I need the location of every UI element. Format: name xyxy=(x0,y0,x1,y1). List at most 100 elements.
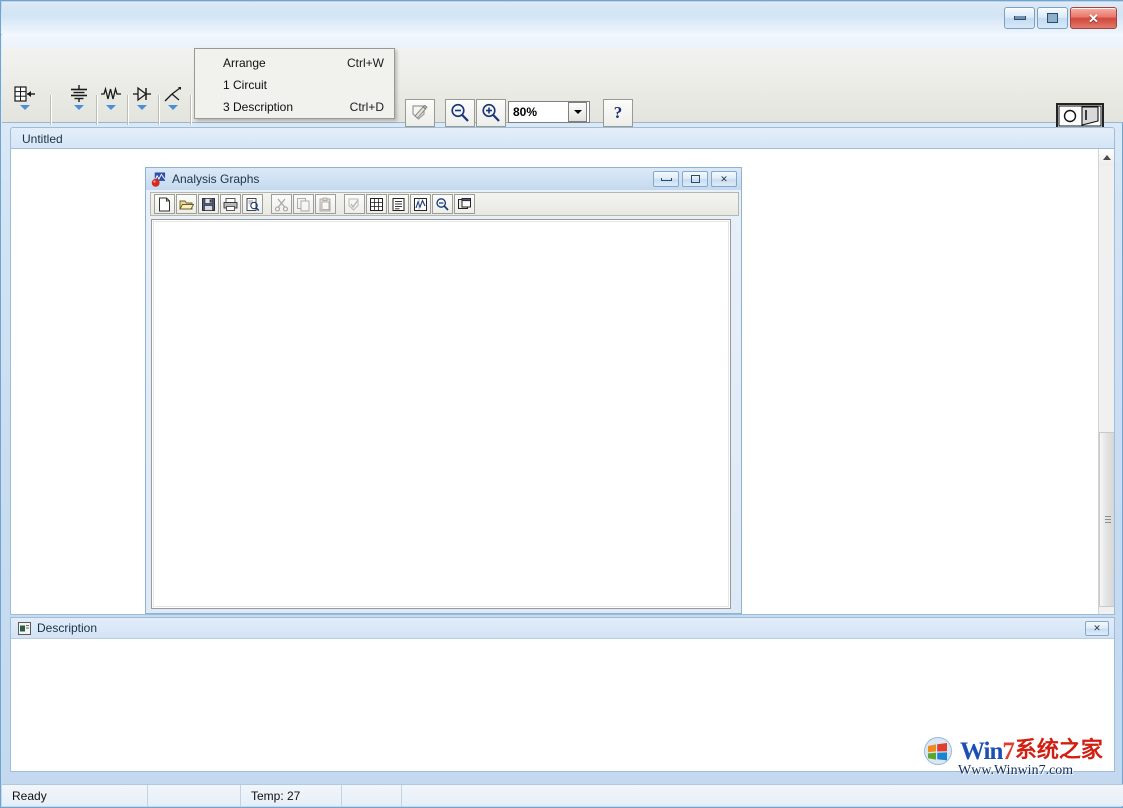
zoom-dropdown-arrow[interactable] xyxy=(568,102,587,122)
transistor-icon xyxy=(161,84,185,104)
status-blank-2 xyxy=(342,785,402,807)
menu-item-label: 1 Circuit xyxy=(223,74,267,96)
grid-toggle-icon xyxy=(369,197,384,212)
graph-print-button[interactable] xyxy=(220,194,241,214)
menu-item-accelerator: Ctrl+W xyxy=(347,52,384,74)
description-title: Description xyxy=(37,621,97,635)
dropdown-caret-icon xyxy=(20,105,30,110)
graph-zoom-restore-button[interactable] xyxy=(432,194,453,214)
place-transistor-button[interactable] xyxy=(159,83,187,117)
description-header: Description ✕ xyxy=(11,618,1114,639)
graph-open-button[interactable] xyxy=(176,194,197,214)
description-text-area[interactable] xyxy=(11,639,1114,771)
triangle-up-icon xyxy=(1103,155,1111,160)
graph-print-preview-button[interactable] xyxy=(242,194,263,214)
status-temp: Temp: 27 xyxy=(241,785,342,807)
grid-arrow-icon xyxy=(13,84,37,104)
description-icon xyxy=(18,622,31,635)
window-minimize-button[interactable] xyxy=(1004,7,1035,29)
question-mark-icon: ? xyxy=(614,103,623,123)
analysis-graphs-restore-button[interactable] xyxy=(682,171,708,187)
menu-item-arrange[interactable]: Arrange Ctrl+W xyxy=(195,52,394,74)
mdi-client-area: Analysis Graphs ✕ xyxy=(10,148,1115,615)
zoom-restore-icon xyxy=(435,197,450,212)
analysis-graphs-caption-buttons: ✕ xyxy=(653,171,737,187)
place-source-button[interactable] xyxy=(65,83,93,117)
dropdown-caret-icon xyxy=(74,105,84,110)
menu-item-label: Arrange xyxy=(223,52,266,74)
analysis-graphs-toolbar xyxy=(150,192,739,216)
analysis-graphs-canvas[interactable] xyxy=(151,219,731,609)
place-component-button[interactable] xyxy=(11,83,39,117)
window-close-button[interactable]: ✕ xyxy=(1070,7,1117,29)
place-diode-button[interactable] xyxy=(128,83,156,117)
edit-mode-button[interactable] xyxy=(405,99,435,127)
analysis-graphs-minimize-button[interactable] xyxy=(653,171,679,187)
document-tabbar[interactable]: Untitled xyxy=(10,127,1115,149)
statusbar: Ready Temp: 27 xyxy=(2,784,1123,806)
status-message: Ready xyxy=(2,785,148,807)
toolbar-separator-1 xyxy=(50,95,52,125)
graph-save-button[interactable] xyxy=(198,194,219,214)
graph-properties-button[interactable] xyxy=(344,194,365,214)
diode-icon xyxy=(130,84,154,104)
help-button[interactable]: ? xyxy=(603,99,633,127)
dropdown-caret-icon xyxy=(137,105,147,110)
graph-legend-button[interactable] xyxy=(388,194,409,214)
graph-grid-button[interactable] xyxy=(366,194,387,214)
menubar-strip[interactable] xyxy=(2,34,1123,48)
graph-new-button[interactable] xyxy=(154,194,175,214)
application-root: ✕ xyxy=(0,0,1123,808)
analysis-graphs-title: Analysis Graphs xyxy=(172,172,259,186)
zoom-out-button[interactable] xyxy=(445,99,475,127)
zoom-level-combobox[interactable]: 80% xyxy=(508,101,590,123)
canvas-inner-border xyxy=(153,221,729,607)
analysis-graphs-titlebar[interactable]: Analysis Graphs ✕ xyxy=(146,168,741,190)
resistor-icon xyxy=(99,84,123,104)
graph-cursor-button[interactable] xyxy=(410,194,431,214)
menu-item-circuit[interactable]: 1 Circuit xyxy=(195,74,394,96)
graph-cut-button[interactable] xyxy=(271,194,292,214)
place-resistor-button[interactable] xyxy=(97,83,125,117)
graph-copy-button[interactable] xyxy=(293,194,314,214)
graph-paste-button[interactable] xyxy=(315,194,336,214)
analysis-graphs-close-button[interactable]: ✕ xyxy=(711,171,737,187)
scrollbar-thumb[interactable] xyxy=(1099,432,1115,607)
scrollbar-grip-icon xyxy=(1105,516,1111,524)
menu-item-description[interactable]: 3 Description Ctrl+D xyxy=(195,96,394,118)
pencil-shield-icon xyxy=(410,103,430,123)
paste-clipboard-icon xyxy=(318,197,333,212)
status-blank-3 xyxy=(402,785,1123,807)
scroll-up-button[interactable] xyxy=(1099,149,1115,166)
main-toolbar: f M xyxy=(2,47,1123,123)
magnifier-minus-icon xyxy=(449,102,471,124)
print-icon xyxy=(223,197,238,212)
legend-icon xyxy=(391,197,406,212)
close-icon: ✕ xyxy=(1093,623,1101,634)
dropdown-caret-icon xyxy=(168,105,178,110)
copy-icon xyxy=(296,197,311,212)
mdi-vertical-scrollbar[interactable] xyxy=(1098,149,1114,614)
cut-scissors-icon xyxy=(274,197,289,212)
window-titlebar: ✕ xyxy=(1,1,1123,35)
menu-item-accelerator: Ctrl+D xyxy=(350,96,384,118)
ground-source-icon xyxy=(67,84,91,104)
analysis-graphs-window: Analysis Graphs ✕ xyxy=(145,167,742,614)
tile-windows-icon xyxy=(457,197,472,212)
main-window-frame: ✕ xyxy=(0,0,1123,808)
cursor-graph-icon xyxy=(413,197,428,212)
window-maximize-button[interactable] xyxy=(1037,7,1068,29)
zoom-in-button[interactable] xyxy=(476,99,506,127)
close-icon: ✕ xyxy=(1088,12,1099,25)
description-close-button[interactable]: ✕ xyxy=(1085,621,1109,636)
dropdown-caret-icon xyxy=(106,105,116,110)
window-menu-popup: Arrange Ctrl+W 1 Circuit 3 Description C… xyxy=(194,48,395,119)
close-icon: ✕ xyxy=(720,174,728,185)
open-folder-icon xyxy=(179,197,194,212)
properties-check-icon xyxy=(347,197,362,212)
run-stop-switch[interactable] xyxy=(1056,103,1104,129)
graph-tile-button[interactable] xyxy=(454,194,475,214)
toolbar-separator-5 xyxy=(190,95,192,125)
description-pane: Description ✕ xyxy=(10,617,1115,772)
document-tab-label: Untitled xyxy=(11,132,63,146)
